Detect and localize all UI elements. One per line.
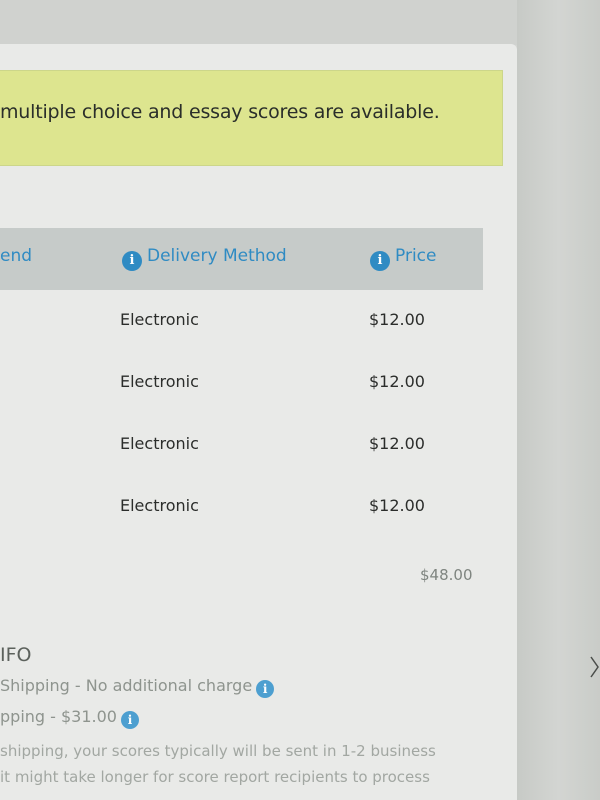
info-icon[interactable]: i: [256, 680, 275, 698]
shipping-note-line: it might take longer for score report re…: [0, 768, 430, 786]
notice-text: multiple choice and essay scores are ava…: [0, 101, 440, 123]
info-icon[interactable]: i: [122, 251, 142, 271]
table-row: Electronic $12.00: [0, 426, 483, 466]
delivery-method-cell: Electronic: [120, 496, 199, 515]
info-icon[interactable]: i: [120, 711, 139, 729]
shipping-section-title: IFO: [0, 644, 32, 666]
page-background-right: [517, 0, 600, 800]
resize-cursor-icon: [590, 656, 599, 678]
column-header-recipient: end: [0, 246, 33, 266]
table-row: Electronic $12.00: [0, 364, 483, 404]
delivery-method-cell: Electronic: [120, 310, 199, 329]
table-row: Electronic $12.00: [0, 488, 483, 528]
shipping-note-line: shipping, your scores typically will be …: [0, 742, 436, 760]
info-icon[interactable]: i: [370, 251, 390, 271]
score-table-header: end i Delivery Method i Price: [0, 228, 483, 290]
browser-background-top: [0, 0, 600, 45]
table-row: Electronic $12.00: [0, 302, 483, 342]
price-cell: $12.00: [369, 496, 425, 515]
delivery-method-cell: Electronic: [120, 372, 199, 391]
shipping-option-standard[interactable]: Shipping - No additional charge i: [0, 676, 275, 698]
delivery-method-cell: Electronic: [120, 434, 199, 453]
order-panel: multiple choice and essay scores are ava…: [0, 44, 517, 800]
column-header-price[interactable]: i Price: [370, 246, 436, 271]
price-cell: $12.00: [369, 372, 425, 391]
price-cell: $12.00: [369, 310, 425, 329]
price-cell: $12.00: [369, 434, 425, 453]
column-header-delivery-method[interactable]: i Delivery Method: [122, 246, 287, 271]
shipping-option-express[interactable]: pping - $31.00 i: [0, 707, 139, 729]
score-availability-notice: multiple choice and essay scores are ava…: [0, 70, 503, 166]
order-total: $48.00: [420, 566, 473, 584]
